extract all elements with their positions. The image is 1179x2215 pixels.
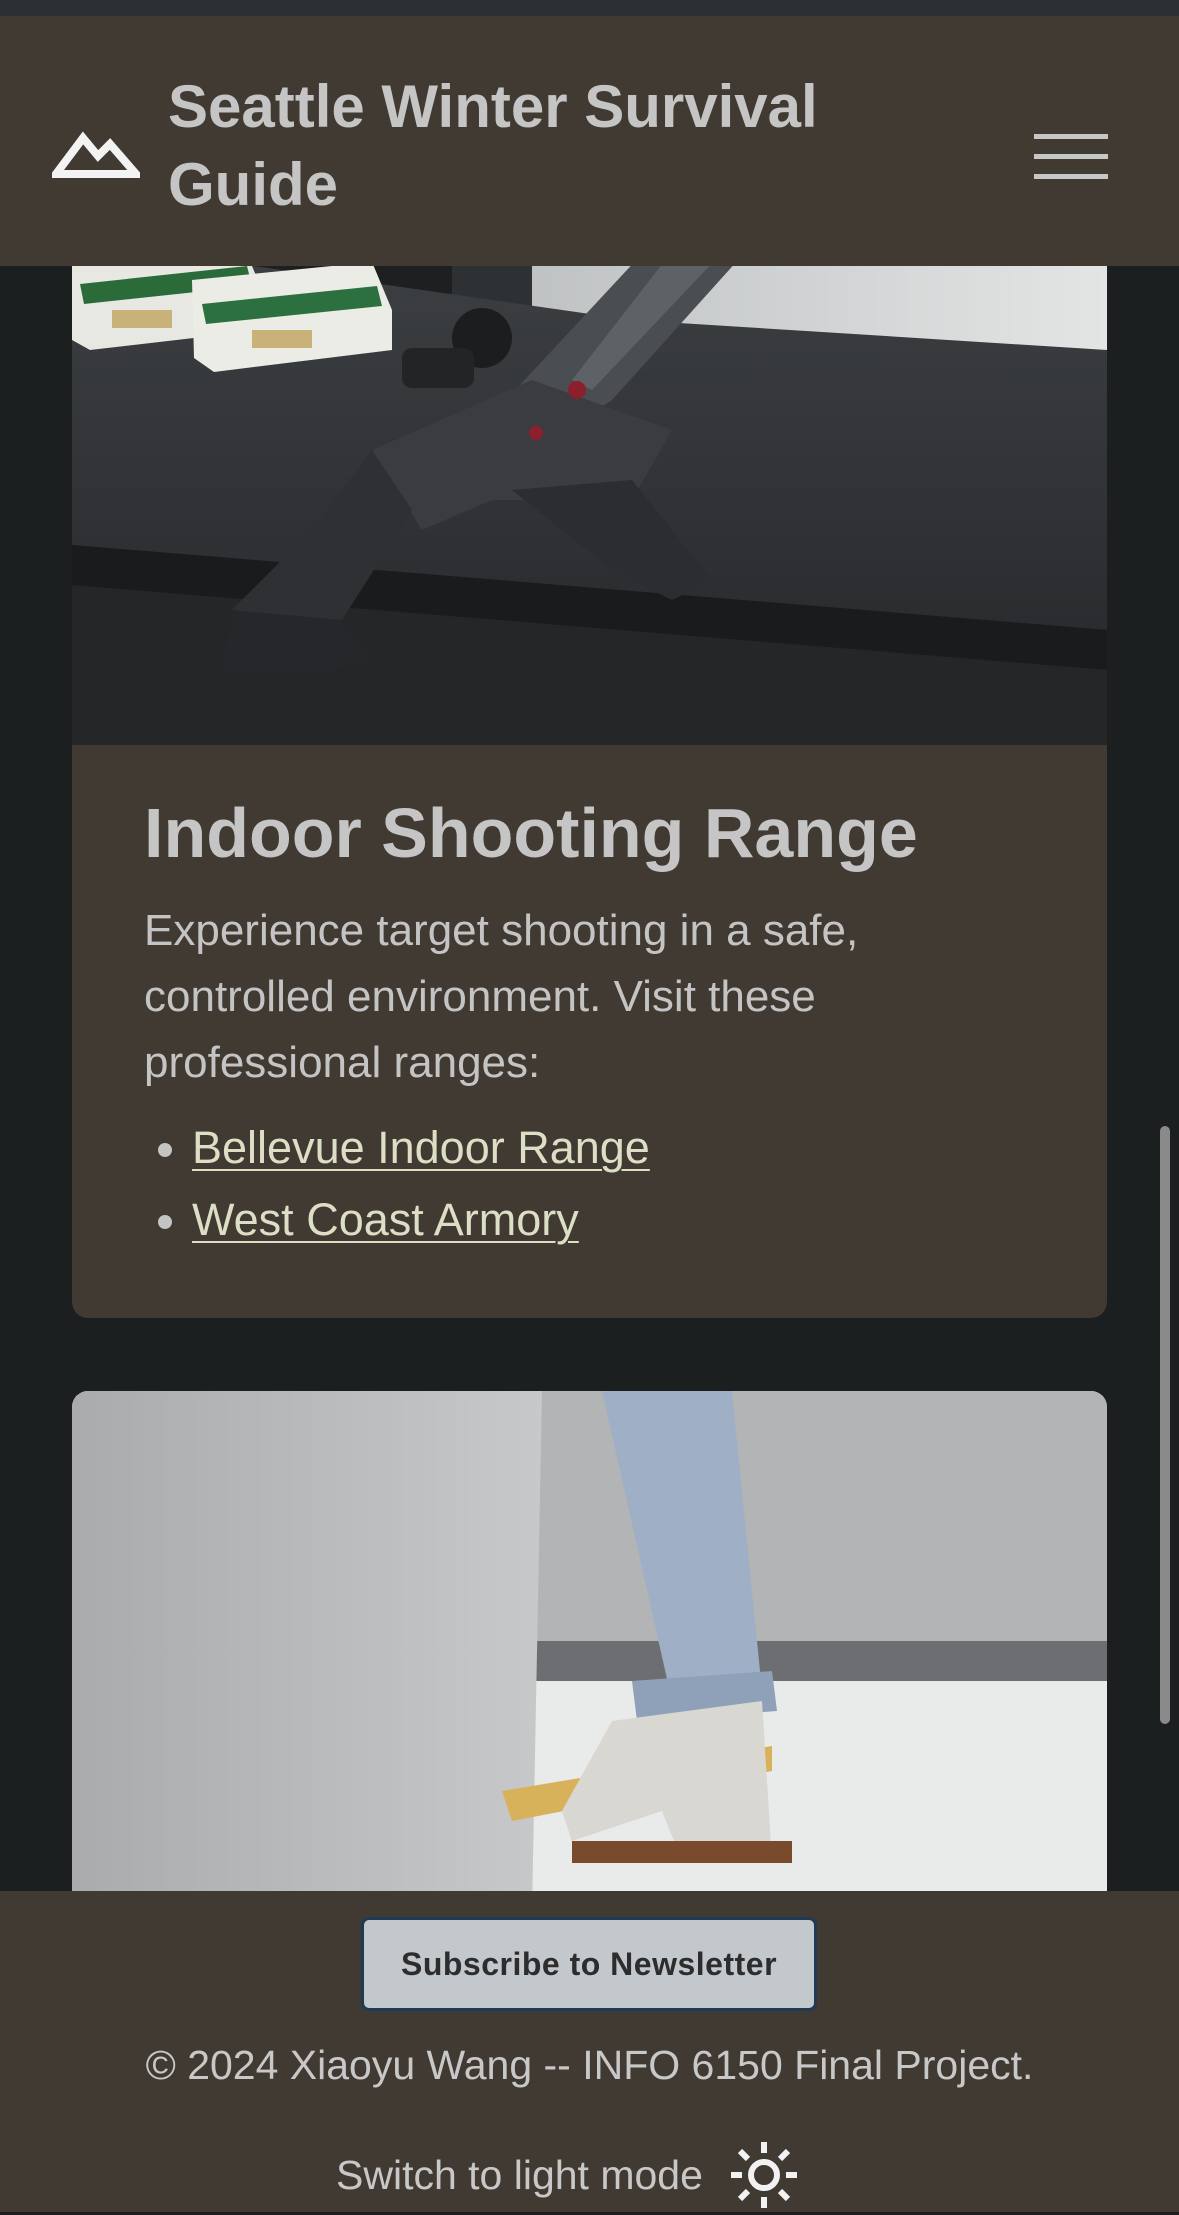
card-title: Indoor Shooting Range — [144, 794, 918, 872]
browser-top-strip — [0, 0, 1179, 16]
menu-bar — [1034, 154, 1108, 159]
copyright-text: © 2024 Xiaoyu Wang -- INFO 6150 Final Pr… — [145, 2042, 1034, 2088]
site-footer: Subscribe to Newsletter © 2024 Xiaoyu Wa… — [0, 1891, 1179, 2212]
rifle-on-shooting-bench-photo — [72, 200, 1107, 745]
range-link-list: Bellevue Indoor Range West Coast Armory — [144, 1112, 1044, 1256]
light-mode-toggle[interactable]: Switch to light mode — [336, 2135, 799, 2215]
menu-bar — [1034, 174, 1108, 179]
subscribe-newsletter-button[interactable]: Subscribe to Newsletter — [361, 1917, 817, 2011]
light-mode-toggle-label: Switch to light mode — [336, 2151, 703, 2198]
activity-card-shooting-range: Indoor Shooting Range Experience target … — [72, 200, 1107, 1318]
hamburger-menu-icon[interactable] — [1034, 134, 1108, 180]
link-bellevue-indoor-range[interactable]: Bellevue Indoor Range — [192, 1122, 650, 1173]
menu-bar — [1034, 134, 1108, 139]
list-item: Bellevue Indoor Range — [192, 1112, 1044, 1184]
card-description: Experience target shooting in a safe, co… — [144, 906, 859, 1087]
list-item: West Coast Armory — [192, 1184, 1044, 1256]
mountain-icon[interactable] — [52, 114, 140, 180]
link-west-coast-armory[interactable]: West Coast Armory — [192, 1194, 579, 1245]
scrollbar[interactable] — [1160, 1126, 1170, 1724]
ice-skater-legs-photo — [72, 1391, 1107, 1911]
site-title[interactable]: Seattle Winter Survival Guide — [168, 68, 928, 224]
card-body: Indoor Shooting Range Experience target … — [144, 790, 1044, 1256]
site-header: Seattle Winter Survival Guide — [0, 16, 1179, 266]
sun-icon[interactable] — [729, 2140, 799, 2210]
